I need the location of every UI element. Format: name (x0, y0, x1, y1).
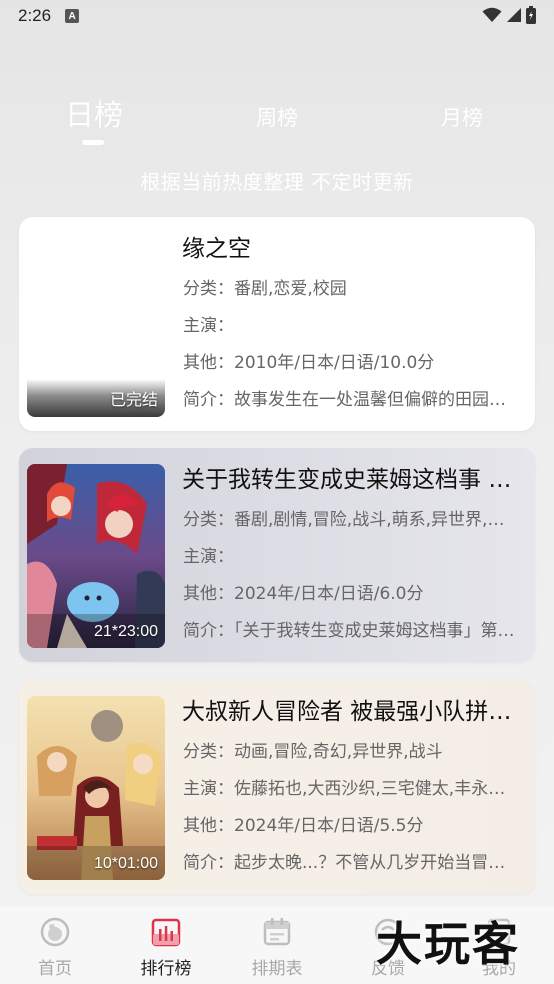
anime-card[interactable]: 21*23:00 关于我转生变成史莱姆这档事 第三季 分类：番剧,剧情,冒险,战… (19, 448, 535, 662)
poster-art (27, 464, 165, 648)
ranking-icon (151, 918, 181, 947)
watermark: 大玩客 (376, 917, 520, 971)
card-other: 其他：2024年/日本/日语/6.0分 (183, 584, 424, 604)
episode-badge: 21*23:00 (93, 623, 158, 640)
card-intro: 简介：起步太晚...？不管从几岁开始当冒险者… (183, 853, 518, 873)
episode-badge: 已完结 (109, 392, 158, 409)
card-title: 大叔新人冒险者 被最强小队拼死锻炼后无敌了 (182, 699, 527, 725)
ranking-subtitle: 根据当前热度整理 不定时更新 (140, 170, 414, 194)
battery-icon (526, 6, 536, 24)
anime-card[interactable]: 已完结 缘之空 分类：番剧,恋爱,校园 主演： 其他：2010年/日本/日语/1… (19, 217, 535, 431)
calendar-icon (263, 918, 291, 946)
nav-ranking-label: 排行榜 (140, 959, 192, 979)
card-cast: 主演：佐藤拓也,大西沙织,三宅健太,丰永利行 (183, 779, 518, 799)
home-icon (40, 917, 70, 947)
signal-icon (507, 8, 521, 22)
card-other: 其他：2024年/日本/日语/5.5分 (183, 816, 424, 836)
card-category: 分类：番剧,剧情,冒险,战斗,萌系,异世界,奇幻 (183, 510, 518, 530)
status-icons (482, 6, 536, 24)
tab-daily-label: 日榜 (64, 98, 123, 132)
tab-weekly[interactable]: 周榜 (245, 102, 309, 132)
card-cast: 主演： (183, 547, 234, 567)
rank-tabs: 日榜 周榜 月榜 (0, 92, 554, 152)
nav-schedule[interactable]: 排期表 (237, 916, 317, 979)
card-category: 分类：番剧,恋爱,校园 (183, 279, 347, 299)
status-time: 2:26 (18, 6, 52, 25)
tab-monthly-label: 月榜 (441, 106, 483, 130)
tab-active-indicator (82, 140, 104, 145)
nav-home-label: 首页 (38, 959, 72, 979)
card-intro: 简介：「关于我转生变成史莱姆这档事」第三季… (183, 621, 518, 641)
card-cast: 主演： (183, 316, 234, 336)
nav-ranking[interactable]: 排行榜 (126, 916, 206, 979)
anime-card[interactable]: 10*01:00 大叔新人冒险者 被最强小队拼死锻炼后无敌了 分类：动画,冒险,… (19, 680, 535, 894)
status-bar: 2:26 A (0, 0, 554, 32)
tab-weekly-label: 周榜 (256, 106, 298, 130)
wifi-icon (482, 7, 502, 22)
nav-schedule-label: 排期表 (251, 959, 303, 979)
card-title: 关于我转生变成史莱姆这档事 第三季 (182, 467, 527, 493)
episode-badge: 10*01:00 (93, 855, 158, 872)
tab-daily[interactable]: 日榜 (62, 92, 126, 145)
card-category: 分类：动画,冒险,奇幻,异世界,战斗 (183, 742, 443, 762)
poster-image[interactable]: 已完结 (27, 233, 165, 417)
notification-icon: A (65, 9, 80, 23)
card-other: 其他：2010年/日本/日语/10.0分 (183, 353, 435, 373)
poster-image[interactable]: 10*01:00 (27, 696, 165, 880)
card-intro: 简介：故事发生在一处温馨但偏僻的田园小镇… (183, 390, 518, 410)
tab-monthly[interactable]: 月榜 (430, 102, 494, 132)
nav-home[interactable]: 首页 (15, 916, 95, 979)
poster-image[interactable]: 21*23:00 (27, 464, 165, 648)
poster-art (27, 696, 165, 880)
card-title: 缘之空 (182, 236, 251, 262)
